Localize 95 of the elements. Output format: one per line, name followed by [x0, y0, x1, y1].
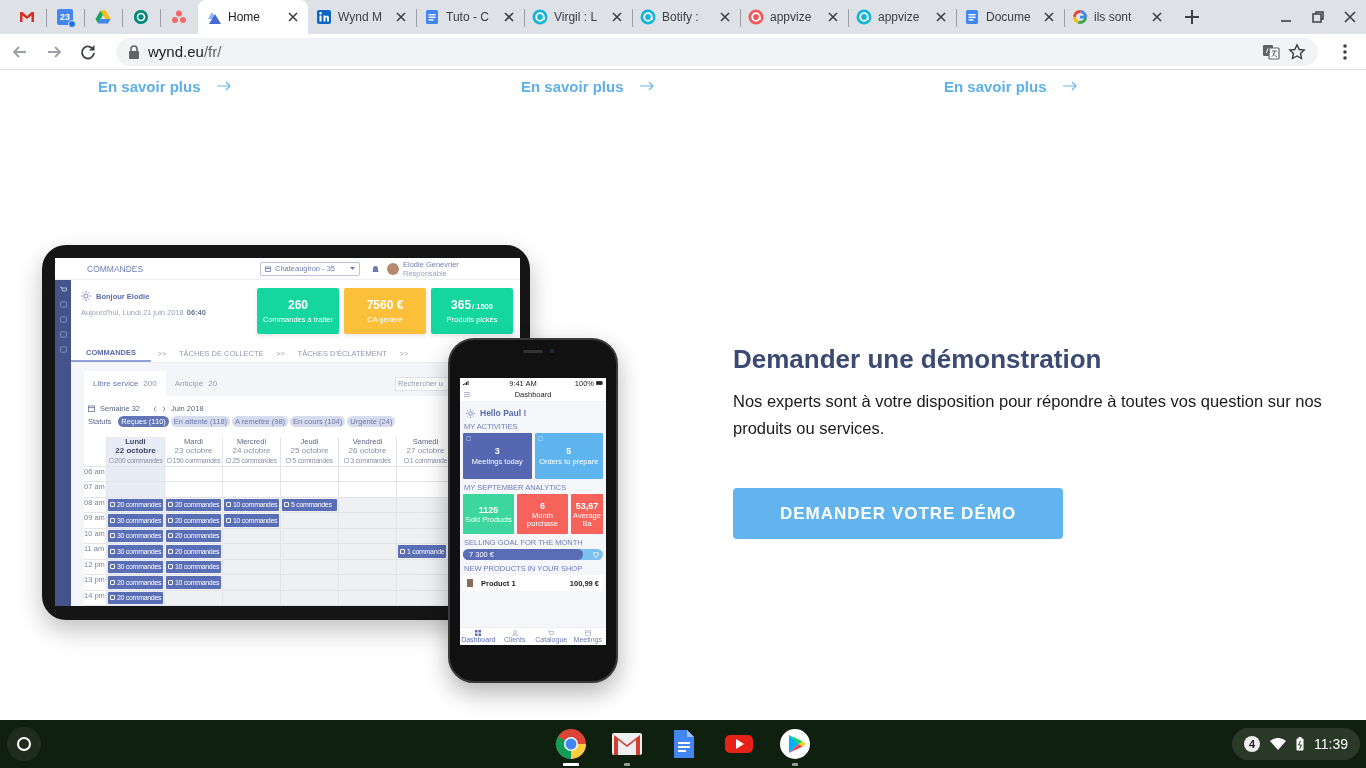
- box-icon: [537, 436, 543, 441]
- avatar: [387, 262, 399, 275]
- day-date: 26 octobre: [348, 445, 387, 456]
- tab-title: appvize: [878, 10, 920, 24]
- activity-value: 3: [494, 446, 500, 456]
- tab-title: appvize: [770, 10, 812, 24]
- url-host: wynd.eu: [148, 43, 204, 60]
- tab-title: Wynd M: [338, 10, 382, 24]
- sun-icon: [466, 408, 475, 418]
- bell-icon[interactable]: [372, 264, 379, 273]
- stat-value: 260: [288, 298, 308, 312]
- cart-icon: [548, 629, 555, 636]
- arrow-right-icon: [1062, 81, 1077, 91]
- list-tab[interactable]: Anticipé 20: [165, 371, 227, 396]
- browser-tab[interactable]: Home: [198, 0, 308, 34]
- close-icon[interactable]: [1343, 10, 1357, 24]
- battery-icon: [596, 381, 603, 385]
- photo-placeholder: [467, 579, 473, 587]
- restore-icon[interactable]: [1311, 10, 1325, 24]
- trophy-icon: [593, 551, 599, 558]
- clock-time: 11:39: [1314, 736, 1348, 752]
- arrow-right-icon: [639, 81, 654, 91]
- analytics-value: 6: [540, 500, 545, 511]
- browser-tab[interactable]: ils sont: [1064, 0, 1172, 34]
- close-icon[interactable]: [394, 10, 408, 24]
- browser-tab[interactable]: Virgil : L: [524, 0, 632, 34]
- grid-icon: [475, 629, 482, 636]
- lock-icon: [128, 44, 140, 59]
- section-heading: Demander une démonstration: [733, 344, 1103, 375]
- tab-title: Docume: [986, 10, 1031, 24]
- day-date: 27 octobre: [406, 445, 445, 456]
- browser-tab[interactable]: Docume: [956, 0, 1064, 34]
- calendar-icon: 23: [57, 9, 73, 25]
- close-icon[interactable]: [934, 10, 948, 24]
- close-icon[interactable]: [1042, 10, 1056, 24]
- triangle-logo-icon: [95, 9, 111, 25]
- notification-count: 4: [1244, 736, 1260, 752]
- signal-icon: [463, 381, 471, 385]
- chat-bubble-icon: [133, 9, 149, 25]
- browser-tab[interactable]: 23: [46, 0, 84, 34]
- translate-icon[interactable]: [1262, 42, 1280, 61]
- at-sign-icon: [640, 9, 656, 25]
- browser-tab[interactable]: appvize: [848, 0, 956, 34]
- chrome-logo-icon: [555, 728, 587, 760]
- browser-tab[interactable]: Wynd M: [308, 0, 416, 34]
- tab-title: Botify :: [662, 10, 699, 24]
- section-description: Nos experts sont à votre disposition pour répondre à toutes vos question sur nos produits ou services.: [733, 391, 1323, 439]
- stat-value: 7560 €: [366, 298, 404, 312]
- arrow-right-icon: [216, 81, 231, 91]
- close-icon[interactable]: [502, 10, 516, 24]
- activity-value: 5: [566, 446, 572, 456]
- tab-title: ils sont: [1094, 10, 1132, 24]
- wifi-icon: [1270, 738, 1286, 750]
- document-icon: [964, 9, 980, 25]
- browser-tab[interactable]: appvize: [740, 0, 848, 34]
- page-title: COMMANDES: [86, 263, 145, 274]
- menu-icon[interactable]: [1342, 42, 1348, 61]
- m-logo-icon: [19, 9, 35, 25]
- day-date: 24 octobre: [232, 445, 271, 456]
- close-icon[interactable]: [718, 10, 732, 24]
- day-date: 22 octobre: [115, 445, 156, 456]
- day-date: 25 octobre: [290, 445, 329, 456]
- star-icon[interactable]: [1288, 42, 1306, 61]
- person-icon: [511, 629, 518, 636]
- at-sign-icon: [748, 9, 764, 25]
- close-icon[interactable]: [826, 10, 840, 24]
- address-bar[interactable]: wynd.eu/fr/: [116, 37, 1318, 66]
- list-tab[interactable]: Libre service 200: [84, 371, 166, 396]
- browser-tab[interactable]: Botify :: [632, 0, 740, 34]
- at-sign-icon: [532, 9, 548, 25]
- analytics-value: 1125: [478, 504, 499, 515]
- url-path: /fr/: [203, 43, 222, 60]
- day-date: 23 octobre: [174, 445, 213, 456]
- browser-tab[interactable]: Tuto - C: [416, 0, 524, 34]
- at-sign-icon: [856, 9, 872, 25]
- in-logo-icon: [316, 9, 332, 25]
- three-dots-logo-icon: [171, 9, 187, 25]
- status-tray[interactable]: 4 11:39: [1232, 728, 1360, 760]
- cart-icon[interactable]: [59, 286, 67, 293]
- tab-title: Home: [228, 10, 260, 24]
- close-icon[interactable]: [610, 10, 624, 24]
- launcher-button[interactable]: [6, 726, 42, 762]
- g-logo-icon: [1072, 9, 1088, 25]
- tab-title: Tuto - C: [446, 10, 489, 24]
- greeting: Hello Paul !: [480, 408, 527, 418]
- chevron-left-icon[interactable]: [153, 405, 158, 412]
- analytics-value: 53,67: [575, 500, 599, 511]
- tab-title: Virgil : L: [554, 10, 598, 24]
- caret-icon: [350, 266, 355, 271]
- close-icon[interactable]: [1150, 10, 1164, 24]
- chevron-right-icon[interactable]: [162, 405, 167, 412]
- sun-icon: [81, 291, 91, 301]
- battery-icon: [1296, 737, 1304, 751]
- document-icon: [424, 9, 440, 25]
- close-icon[interactable]: [286, 10, 300, 24]
